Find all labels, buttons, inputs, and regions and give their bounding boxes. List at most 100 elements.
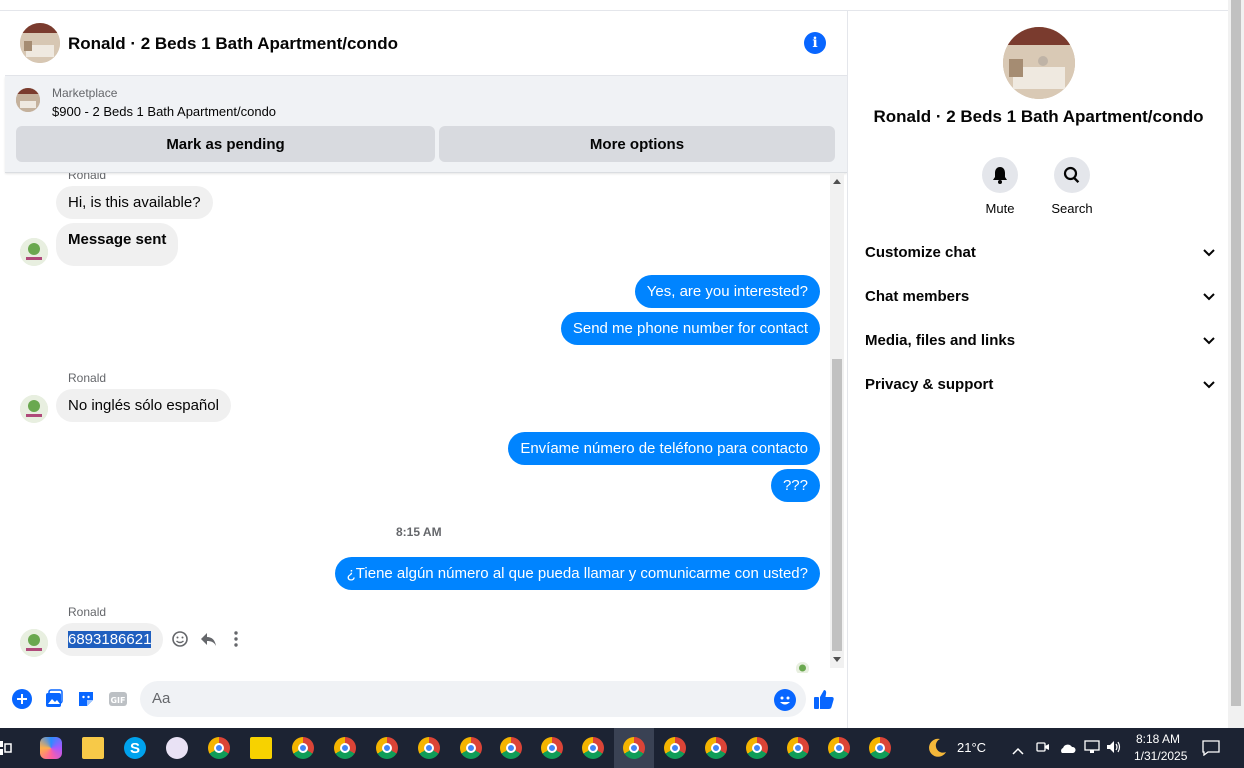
svg-text:GIF: GIF	[110, 696, 125, 705]
react-icon[interactable]	[170, 629, 190, 649]
chrome-icon[interactable]	[334, 737, 356, 759]
copilot-icon[interactable]	[40, 737, 62, 759]
chevron-down-icon	[1203, 376, 1215, 393]
skype-icon[interactable]: S	[124, 737, 146, 759]
section-media-files-links[interactable]: Media, files and links	[865, 326, 1215, 354]
message-timestamp: 8:15 AM	[396, 525, 442, 539]
search-label: Search	[1051, 201, 1093, 216]
chevron-down-icon	[1203, 332, 1215, 349]
chrome-icon[interactable]	[376, 737, 398, 759]
plus-icon[interactable]	[11, 688, 33, 710]
page-scrollbar[interactable]	[1228, 0, 1244, 728]
section-label: Chat members	[865, 287, 970, 305]
sender-avatar[interactable]	[20, 395, 48, 423]
network-icon[interactable]	[1084, 740, 1100, 759]
scroll-thumb[interactable]	[832, 359, 842, 651]
section-privacy-support[interactable]: Privacy & support	[865, 370, 1215, 398]
chat-title[interactable]: Ronald · 2 Beds 1 Bath Apartment/condo	[68, 34, 398, 54]
chrome-icon[interactable]	[787, 737, 809, 759]
chevron-up-icon[interactable]	[1012, 742, 1024, 760]
message-input[interactable]: Aa	[140, 681, 806, 717]
sender-name: Ronald	[68, 173, 107, 182]
chat-window: Ronald · 2 Beds 1 Bath Apartment/condo i…	[5, 11, 847, 728]
chrome-profile-icon[interactable]	[292, 737, 314, 759]
sticky-notes-icon[interactable]	[250, 737, 272, 759]
marketplace-banner: Marketplace $900 - 2 Beds 1 Bath Apartme…	[5, 76, 847, 173]
chrome-icon[interactable]	[828, 737, 850, 759]
mark-as-pending-button[interactable]: Mark as pending	[16, 126, 435, 162]
chrome-icon[interactable]	[582, 737, 604, 759]
section-chat-members[interactable]: Chat members	[865, 282, 1215, 310]
message-list: Ronald Hi, is this available? Message se…	[5, 173, 831, 673]
sender-name: Ronald	[68, 605, 107, 619]
listing-thumbnail[interactable]	[16, 88, 40, 112]
chevron-down-icon	[1203, 288, 1215, 305]
chat-header: Ronald · 2 Beds 1 Bath Apartment/condo i	[5, 11, 847, 76]
mute-action[interactable]: Mute	[970, 157, 1030, 216]
message-incoming-phone[interactable]: 6893186621	[56, 623, 164, 656]
chrome-active-icon[interactable]	[623, 737, 645, 759]
seen-receipt-avatar	[796, 662, 809, 673]
more-options-button[interactable]: More options	[439, 126, 835, 162]
volume-icon[interactable]	[1106, 740, 1122, 759]
section-label: Media, files and links	[865, 331, 1016, 349]
panel-title: Ronald · 2 Beds 1 Bath Apartment/condo	[873, 107, 1204, 126]
message-outgoing[interactable]: Send me phone number for contact	[560, 312, 820, 345]
message-outgoing[interactable]: ¿Tiene algún número al que pueda llamar …	[334, 557, 820, 590]
chrome-icon[interactable]	[460, 737, 482, 759]
message-incoming[interactable]: Message sent	[56, 223, 179, 266]
chrome-icon[interactable]	[418, 737, 440, 759]
moon-weather-icon[interactable]	[926, 737, 948, 759]
paint-icon[interactable]	[166, 737, 188, 759]
section-label: Customize chat	[865, 243, 976, 261]
meet-icon[interactable]	[1036, 740, 1050, 759]
message-incoming[interactable]: No inglés sólo español	[56, 389, 231, 422]
composer: GIF Aa	[5, 673, 847, 728]
message-outgoing[interactable]: Envíame número de teléfono para contacto	[508, 432, 820, 465]
chrome-icon[interactable]	[746, 737, 768, 759]
panel-avatar[interactable]	[1003, 27, 1075, 99]
selected-phone-number[interactable]: 6893186621	[68, 631, 152, 648]
sender-avatar[interactable]	[20, 238, 48, 266]
photo-icon[interactable]	[43, 688, 65, 710]
search-action[interactable]: Search	[1042, 157, 1102, 216]
chrome-icon[interactable]	[705, 737, 727, 759]
section-label: Privacy & support	[865, 375, 994, 393]
task-view-icon[interactable]	[0, 740, 12, 756]
reply-icon[interactable]	[198, 629, 218, 649]
page-scroll-thumb[interactable]	[1231, 0, 1241, 706]
scroll-down-arrow[interactable]	[833, 657, 841, 662]
weather-temperature[interactable]: 21°C	[957, 740, 986, 755]
info-icon[interactable]: i	[804, 32, 826, 54]
mute-label: Mute	[985, 201, 1015, 216]
chrome-icon[interactable]	[541, 737, 563, 759]
emoji-icon[interactable]	[774, 689, 796, 711]
marketplace-label: Marketplace	[52, 86, 118, 100]
notifications-icon[interactable]	[1202, 740, 1220, 761]
message-incoming[interactable]: Hi, is this available?	[56, 186, 213, 219]
chrome-icon[interactable]	[500, 737, 522, 759]
clock-time[interactable]: 8:18 AM	[1136, 732, 1180, 746]
scroll-up-arrow[interactable]	[833, 179, 841, 184]
message-outgoing[interactable]: ???	[770, 469, 820, 502]
chrome-icon[interactable]	[869, 737, 891, 759]
section-customize-chat[interactable]: Customize chat	[865, 238, 1215, 266]
bell-icon[interactable]	[982, 157, 1018, 193]
sender-avatar[interactable]	[20, 629, 48, 657]
like-icon[interactable]	[813, 688, 835, 710]
search-icon[interactable]	[1054, 157, 1090, 193]
chrome-icon[interactable]	[664, 737, 686, 759]
chrome-icon[interactable]	[208, 737, 230, 759]
chevron-down-icon	[1203, 244, 1215, 261]
marketplace-listing-title[interactable]: $900 - 2 Beds 1 Bath Apartment/condo	[52, 104, 276, 119]
listing-avatar[interactable]	[20, 23, 60, 63]
file-explorer-icon[interactable]	[82, 737, 104, 759]
more-actions-icon[interactable]	[226, 629, 246, 649]
gif-icon[interactable]: GIF	[107, 688, 129, 710]
message-scrollbar[interactable]	[830, 173, 844, 668]
screen: Ronald · 2 Beds 1 Bath Apartment/condo i…	[0, 0, 1244, 768]
message-outgoing[interactable]: Yes, are you interested?	[634, 275, 820, 308]
onedrive-icon[interactable]	[1058, 741, 1076, 759]
sticker-icon[interactable]	[75, 688, 97, 710]
clock-date[interactable]: 1/31/2025	[1134, 749, 1187, 763]
